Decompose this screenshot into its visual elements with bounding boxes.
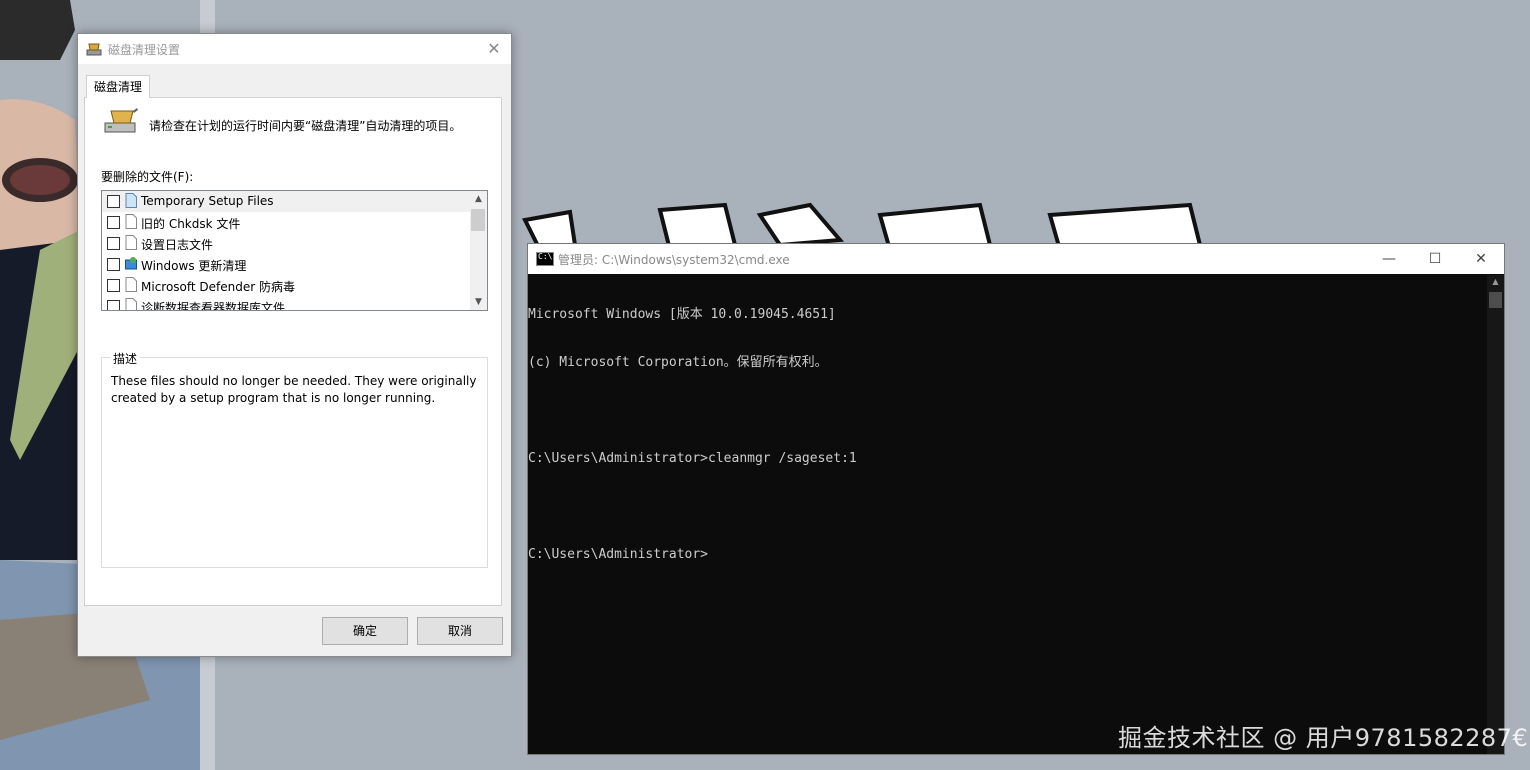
console-line: C:\Users\Administrator>cleanmgr /sageset…: [528, 451, 857, 466]
list-scrollbar[interactable]: ▲ ▼: [470, 191, 487, 310]
disk-cleanup-drive-icon: [104, 108, 138, 133]
cmd-window: C:\ 管理员: C:\Windows\system32\cmd.exe — ☐…: [527, 243, 1505, 755]
document-icon: [125, 235, 137, 250]
tab-panel: 请检查在计划的运行时间内要“磁盘清理”自动清理的项目。 要删除的文件(F): T…: [84, 97, 502, 606]
scroll-up-arrow-icon[interactable]: ▲: [1487, 275, 1504, 289]
close-button[interactable]: ✕: [485, 40, 503, 58]
dialog-title: 磁盘清理设置: [108, 43, 181, 57]
console-output[interactable]: Microsoft Windows [版本 10.0.19045.4651] (…: [528, 275, 1487, 754]
document-icon: [125, 277, 137, 292]
cmd-title: 管理员: C:\Windows\system32\cmd.exe: [558, 253, 790, 267]
console-line: Microsoft Windows [版本 10.0.19045.4651]: [528, 307, 836, 322]
list-item[interactable]: Microsoft Defender 防病毒: [102, 275, 470, 296]
list-item-label: 设置日志文件: [141, 238, 214, 252]
list-item[interactable]: Windows 更新清理: [102, 254, 470, 275]
checkbox[interactable]: [107, 237, 120, 250]
console-line: (c) Microsoft Corporation。保留所有权利。: [528, 355, 828, 370]
list-item-label: 诊断数据查看器数据库文件: [141, 301, 286, 311]
list-item-label: Windows 更新清理: [141, 259, 247, 273]
scroll-down-arrow-icon[interactable]: ▼: [470, 294, 487, 310]
list-item[interactable]: 设置日志文件: [102, 233, 470, 254]
document-icon: [125, 298, 137, 310]
dialog-titlebar[interactable]: 磁盘清理设置 ✕: [78, 34, 511, 64]
list-item[interactable]: 诊断数据查看器数据库文件: [102, 296, 470, 311]
scrollbar-thumb[interactable]: [471, 209, 485, 231]
list-item-label: Temporary Setup Files: [141, 194, 274, 208]
list-item[interactable]: Temporary Setup Files: [102, 191, 470, 212]
watermark-text: 掘金技术社区 @ 用户9781582287€: [1118, 724, 1529, 752]
windows-update-icon: [125, 257, 137, 270]
checkbox[interactable]: [107, 195, 120, 208]
ok-button[interactable]: 确定: [322, 617, 408, 645]
checkbox[interactable]: [107, 216, 120, 229]
description-text: These files should no longer be needed. …: [111, 374, 477, 405]
minimize-button[interactable]: —: [1374, 248, 1404, 270]
cancel-button[interactable]: 取消: [417, 617, 503, 645]
scrollbar-thumb[interactable]: [1489, 292, 1502, 308]
document-icon: [125, 214, 137, 229]
maximize-button[interactable]: ☐: [1420, 248, 1450, 270]
description-label: 描述: [110, 350, 141, 367]
checkbox[interactable]: [107, 300, 120, 310]
intro-text: 请检查在计划的运行时间内要“磁盘清理”自动清理的项目。: [149, 119, 462, 133]
files-to-delete-list[interactable]: Temporary Setup Files 旧的 Chkdsk 文件 设置日志文…: [101, 190, 488, 311]
list-item-label: 旧的 Chkdsk 文件: [141, 217, 241, 231]
console-prompt-line[interactable]: C:\Users\Administrator>: [528, 547, 1487, 563]
files-to-delete-label: 要删除的文件(F):: [101, 170, 194, 184]
disk-cleanup-icon: [86, 43, 102, 56]
cmd-titlebar[interactable]: C:\ 管理员: C:\Windows\system32\cmd.exe — ☐…: [528, 244, 1504, 274]
close-button[interactable]: ✕: [1466, 248, 1496, 270]
document-icon: [125, 193, 137, 208]
cmd-icon: C:\: [536, 252, 554, 266]
list-item-label: Microsoft Defender 防病毒: [141, 280, 296, 294]
list-item[interactable]: 旧的 Chkdsk 文件: [102, 212, 470, 233]
scroll-up-arrow-icon[interactable]: ▲: [470, 191, 487, 207]
cmd-scrollbar[interactable]: ▲: [1487, 275, 1504, 754]
checkbox[interactable]: [107, 258, 120, 271]
disk-cleanup-settings-dialog: 磁盘清理设置 ✕ 磁盘清理 请检查在计划的运行时间内要“磁盘清理”自动清理的项目…: [77, 33, 512, 657]
tab-disk-cleanup[interactable]: 磁盘清理: [86, 75, 151, 98]
description-group: 描述 These files should no longer be neede…: [101, 350, 488, 568]
cmd-icon-text: C:\: [538, 252, 553, 261]
checkbox[interactable]: [107, 279, 120, 292]
